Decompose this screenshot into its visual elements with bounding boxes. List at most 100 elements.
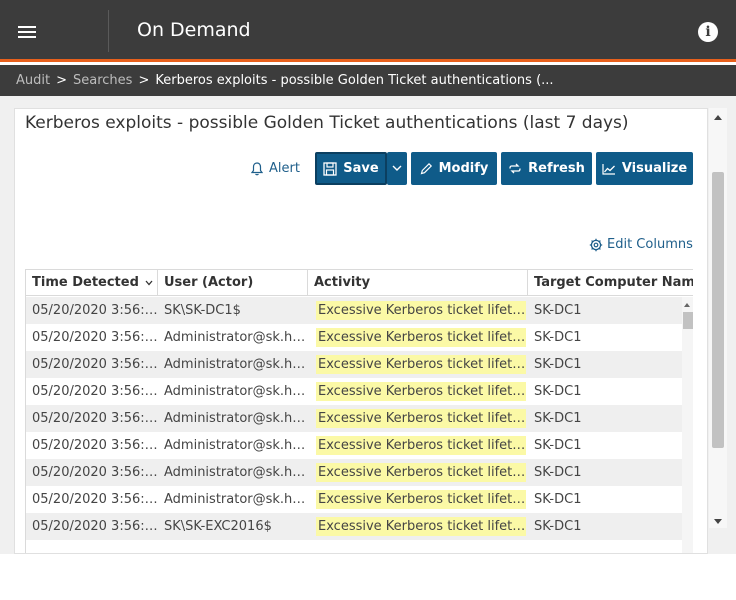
table-scrollbar[interactable] xyxy=(682,297,693,553)
refresh-button[interactable]: Refresh xyxy=(501,152,592,185)
modify-button[interactable]: Modify xyxy=(411,152,497,185)
cell-user-actor: SK\SK-DC1$ xyxy=(164,303,241,318)
visualize-button[interactable]: Visualize xyxy=(596,152,693,185)
activity-highlight: Excessive Kerberos ticket lifetime ... xyxy=(316,382,526,401)
cell-target-computer: SK-DC1 xyxy=(534,384,582,399)
table-body: 05/20/2020 3:56:5... SK\SK-DC1$ Excessive … xyxy=(26,297,682,540)
content-area: Kerberos exploits - possible Golden Tick… xyxy=(0,96,736,554)
column-header-target-computer-name[interactable]: Target Computer Name xyxy=(528,270,693,296)
cell-time-detected: 05/20/2020 3:56:3... xyxy=(32,411,158,426)
page-scrollbar-thumb[interactable] xyxy=(712,172,724,448)
activity-highlight: Excessive Kerberos ticket lifetime ... xyxy=(316,301,526,320)
gear-icon xyxy=(589,238,603,251)
table-row[interactable]: 05/20/2020 3:56:3... Administrator@sk.hal… xyxy=(26,324,682,351)
table-row[interactable]: 05/20/2020 3:56:3... Administrator@sk.hal… xyxy=(26,459,682,486)
breadcrumb-item-searches[interactable]: Searches xyxy=(73,73,132,88)
table-row[interactable]: 05/20/2020 3:56:3... Administrator@sk.hal… xyxy=(26,486,682,513)
save-label: Save xyxy=(343,161,379,176)
cell-user-actor: Administrator@sk.hal... xyxy=(164,330,308,345)
cell-target-computer: SK-DC1 xyxy=(534,330,582,345)
scroll-down-arrow-icon[interactable] xyxy=(714,519,722,524)
cell-time-detected: 05/20/2020 3:56:3... xyxy=(32,384,158,399)
scroll-up-arrow-icon[interactable] xyxy=(684,303,690,307)
activity-highlight: Excessive Kerberos ticket lifetime ... xyxy=(316,436,526,455)
table-row[interactable]: 05/20/2020 3:56:3... Administrator@sk.hal… xyxy=(26,405,682,432)
cell-activity: Excessive Kerberos ticket lifetime ... xyxy=(308,486,528,513)
search-results-card: Kerberos exploits - possible Golden Tick… xyxy=(14,108,708,554)
save-button[interactable]: Save xyxy=(315,152,387,185)
cell-time-detected: 05/20/2020 3:56:3... xyxy=(32,330,158,345)
edit-columns-label: Edit Columns xyxy=(607,237,693,252)
cell-time-detected: 05/20/2020 3:56:3... xyxy=(32,357,158,372)
table-row[interactable]: 05/20/2020 3:56:3... Administrator@sk.hal… xyxy=(26,432,682,459)
table-row[interactable]: 05/20/2020 3:56:5... SK\SK-DC1$ Excessive … xyxy=(26,297,682,324)
breadcrumb-separator: > xyxy=(138,73,150,88)
app-window: On Demand i Audit > Searches > Kerberos expl… xyxy=(0,0,736,600)
floppy-disk-icon xyxy=(323,161,337,176)
cell-target-computer: SK-DC1 xyxy=(534,303,582,318)
cell-time-detected: 05/20/2020 3:56:5... xyxy=(32,303,158,318)
modify-label: Modify xyxy=(438,161,489,176)
header-divider xyxy=(108,10,109,52)
cell-activity: Excessive Kerberos ticket lifetime ... xyxy=(308,351,528,378)
cell-target-computer: SK-DC1 xyxy=(534,519,582,534)
cell-user-actor: Administrator@sk.hal... xyxy=(164,465,308,480)
app-header: On Demand i xyxy=(0,0,736,62)
refresh-label: Refresh xyxy=(528,161,585,176)
cell-activity: Excessive Kerberos ticket lifetime ... xyxy=(308,459,528,486)
activity-highlight: Excessive Kerberos ticket lifetime ... xyxy=(316,355,526,374)
page-scrollbar[interactable] xyxy=(709,108,727,528)
breadcrumb-separator: > xyxy=(56,73,67,88)
column-header-activity[interactable]: Activity xyxy=(308,270,528,296)
cell-target-computer: SK-DC1 xyxy=(534,492,582,507)
line-chart-icon xyxy=(602,163,615,175)
table-row[interactable]: 05/20/2020 3:56:3... SK\SK-EXC2016$ Excess… xyxy=(26,513,682,540)
column-header-label: Target Computer Name xyxy=(534,275,693,290)
scroll-up-arrow-icon[interactable] xyxy=(714,115,722,120)
alert-label: Alert xyxy=(269,161,300,176)
table-scrollbar-thumb[interactable] xyxy=(683,312,693,329)
cell-activity: Excessive Kerberos ticket lifetime ... xyxy=(308,432,528,459)
table-header: Time Detected User (Actor) Activity Targ… xyxy=(26,270,693,296)
cell-time-detected: 05/20/2020 3:56:3... xyxy=(32,438,158,453)
cell-time-detected: 05/20/2020 3:56:3... xyxy=(32,492,158,507)
breadcrumb-current: Kerberos exploits - possible Golden Tick… xyxy=(155,73,554,88)
table-row[interactable]: 05/20/2020 3:56:3... Administrator@sk.hal… xyxy=(26,378,682,405)
app-title: On Demand xyxy=(137,19,251,41)
refresh-icon xyxy=(509,163,521,174)
activity-highlight: Excessive Kerberos ticket lifetime ... xyxy=(316,328,526,347)
breadcrumb: Audit > Searches > Kerberos exploits - possi… xyxy=(0,65,736,96)
cell-target-computer: SK-DC1 xyxy=(534,438,582,453)
save-dropdown-button[interactable] xyxy=(387,152,407,185)
cell-user-actor: Administrator@sk.hal... xyxy=(164,492,308,507)
cell-user-actor: Administrator@sk.hal... xyxy=(164,357,308,372)
column-header-user-actor[interactable]: User (Actor) xyxy=(158,270,308,296)
cell-target-computer: SK-DC1 xyxy=(534,357,582,372)
activity-highlight: Excessive Kerberos ticket lifetime ... xyxy=(316,463,526,482)
cell-user-actor: Administrator@sk.hal... xyxy=(164,384,308,399)
results-table: Time Detected User (Actor) Activity Targ… xyxy=(25,269,693,553)
cell-target-computer: SK-DC1 xyxy=(534,465,582,480)
edit-columns-link[interactable]: Edit Columns xyxy=(589,237,693,252)
column-header-label: Activity xyxy=(314,275,371,290)
cell-time-detected: 05/20/2020 3:56:3... xyxy=(32,465,158,480)
chevron-down-icon xyxy=(392,165,402,171)
info-icon[interactable]: i xyxy=(698,22,718,42)
cell-activity: Excessive Kerberos ticket lifetime ... xyxy=(308,513,528,540)
cell-activity: Excessive Kerberos ticket lifetime ... xyxy=(308,324,528,351)
page-title: Kerberos exploits - possible Golden Tick… xyxy=(25,113,629,133)
cell-activity: Excessive Kerberos ticket lifetime ... xyxy=(308,297,528,324)
alert-button[interactable]: Alert xyxy=(251,161,300,176)
pencil-icon xyxy=(420,162,432,175)
cell-time-detected: 05/20/2020 3:56:3... xyxy=(32,519,158,534)
visualize-label: Visualize xyxy=(621,161,688,176)
activity-highlight: Excessive Kerberos ticket lifetime ... xyxy=(316,517,526,536)
cell-activity: Excessive Kerberos ticket lifetime ... xyxy=(308,378,528,405)
breadcrumb-item-audit[interactable]: Audit xyxy=(16,73,50,88)
cell-activity: Excessive Kerberos ticket lifetime ... xyxy=(308,405,528,432)
hamburger-menu-icon[interactable] xyxy=(18,26,36,38)
cell-target-computer: SK-DC1 xyxy=(534,411,582,426)
table-row[interactable]: 05/20/2020 3:56:3... Administrator@sk.hal… xyxy=(26,351,682,378)
column-header-time-detected[interactable]: Time Detected xyxy=(26,270,158,296)
activity-highlight: Excessive Kerberos ticket lifetime ... xyxy=(316,409,526,428)
